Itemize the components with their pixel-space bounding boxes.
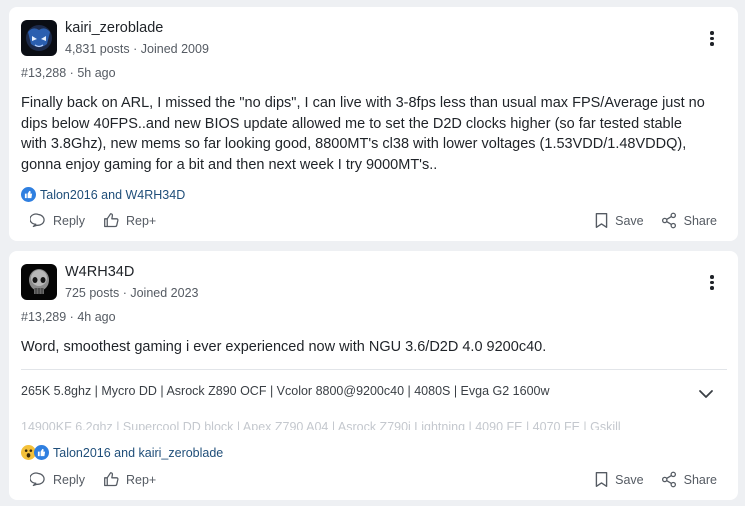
post-body-line: Word, smoothest gaming i ever experience… — [21, 339, 547, 355]
expand-signature-button[interactable] — [698, 386, 714, 404]
post-body-line: with 3.8Ghz), new mems so far looking go… — [21, 136, 687, 152]
post-body: Finally back on ARL, I missed the "no di… — [21, 93, 731, 175]
post-body: Word, smoothest gaming i ever experience… — [21, 337, 731, 358]
post-body-line: dips below 40FPS..and new BIOS update al… — [21, 115, 682, 132]
bookmark-icon — [595, 213, 608, 228]
like-icon — [21, 187, 36, 202]
bookmark-icon — [595, 472, 608, 487]
signature-line: 265K 5.8ghz | Mycro DD | Asrock Z890 OCF… — [21, 384, 550, 398]
user-meta: 4,831 posts · Joined 2009 — [65, 42, 209, 56]
meta-separator: · — [122, 286, 127, 300]
post-id[interactable]: #13,288 — [21, 66, 66, 80]
rep-label: Rep+ — [125, 213, 157, 228]
post-card: W4RH34D 725 posts · Joined 2023 #13,289 … — [9, 251, 738, 500]
reply-icon — [30, 472, 45, 487]
share-icon — [661, 471, 676, 488]
more-options-icon[interactable] — [708, 275, 716, 291]
more-options-icon[interactable] — [708, 31, 716, 47]
reply-icon — [30, 213, 45, 228]
save-button[interactable]: Save — [594, 471, 644, 488]
reactions-summary[interactable]: Talon2016 and W4RH34D — [21, 187, 185, 202]
reactions-users[interactable]: Talon2016 and W4RH34D — [40, 188, 185, 202]
thumbs-up-icon — [104, 472, 119, 487]
share-label: Share — [683, 213, 717, 228]
reactions-summary[interactable]: Talon2016 and kairi_zeroblade — [21, 445, 223, 460]
meta-separator: · — [69, 310, 74, 324]
share-icon — [661, 212, 676, 229]
save-label: Save — [615, 472, 644, 487]
save-button[interactable]: Save — [594, 212, 644, 229]
thumbs-up-icon — [104, 213, 119, 228]
user-meta: 725 posts · Joined 2023 — [65, 286, 198, 300]
meta-separator: · — [133, 42, 138, 56]
rep-button[interactable]: Rep+ — [103, 212, 156, 229]
rep-label: Rep+ — [125, 472, 157, 487]
like-icon — [34, 445, 49, 460]
username[interactable]: kairi_zeroblade — [65, 20, 163, 36]
signature-line-faded: 14900KF 6.2ghz | Supercool DD block | Ap… — [21, 420, 621, 430]
reply-button[interactable]: Reply — [30, 212, 85, 229]
reactions-users[interactable]: Talon2016 and kairi_zeroblade — [53, 446, 223, 460]
post-id[interactable]: #13,289 — [21, 310, 66, 324]
post-body-line: gonna enjoy gaming for a bit and then ne… — [21, 156, 438, 173]
share-button[interactable]: Share — [660, 212, 717, 229]
meta-separator: · — [69, 66, 74, 80]
chevron-down-icon — [699, 390, 713, 398]
post-card: kairi_zeroblade 4,831 posts · Joined 200… — [9, 7, 738, 241]
post-time: 5h ago — [77, 66, 116, 80]
share-label: Share — [683, 472, 717, 487]
avatar[interactable] — [21, 20, 57, 56]
share-button[interactable]: Share — [660, 471, 717, 488]
post-count: 4,831 posts — [65, 42, 130, 56]
post-number: #13,288 · 5h ago — [21, 66, 116, 80]
username[interactable]: W4RH34D — [65, 264, 134, 280]
avatar[interactable] — [21, 264, 57, 300]
post-body-line: Finally back on ARL, I missed the "no di… — [21, 95, 705, 111]
rep-button[interactable]: Rep+ — [103, 471, 156, 488]
reply-label: Reply — [53, 472, 85, 487]
reply-button[interactable]: Reply — [30, 471, 85, 488]
save-label: Save — [615, 213, 644, 228]
signature-divider — [21, 369, 727, 370]
post-actions-right: Save Share — [594, 212, 717, 229]
post-number: #13,289 · 4h ago — [21, 310, 116, 324]
post-actions-left: Reply Rep+ — [30, 212, 156, 229]
post-actions-right: Save Share — [594, 471, 717, 488]
join-date: Joined 2009 — [140, 42, 209, 56]
post-count: 725 posts — [65, 286, 120, 300]
reply-label: Reply — [53, 213, 85, 228]
join-date: Joined 2023 — [130, 286, 199, 300]
post-time: 4h ago — [77, 310, 116, 324]
post-actions-left: Reply Rep+ — [30, 471, 156, 488]
